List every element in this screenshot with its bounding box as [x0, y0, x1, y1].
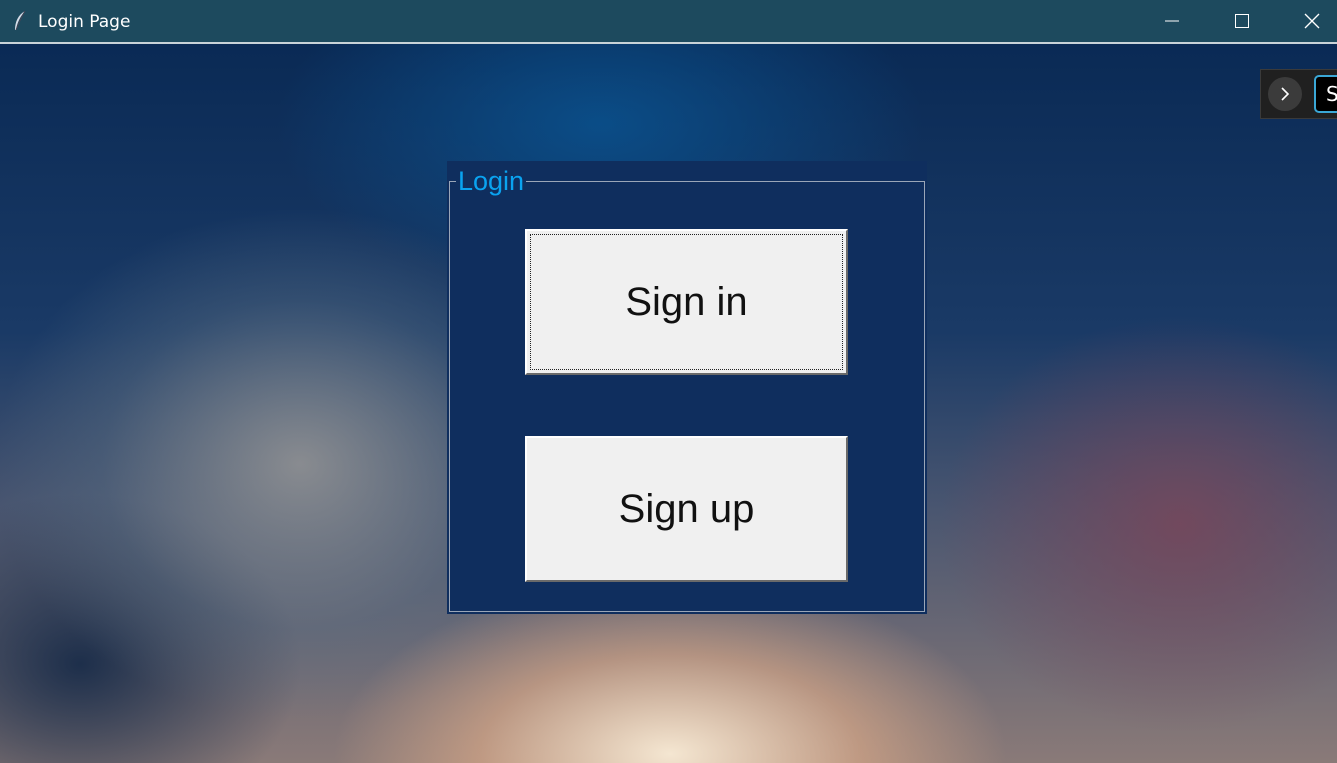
maximize-button[interactable]	[1207, 0, 1277, 42]
side-text-input[interactable]: S	[1314, 75, 1337, 113]
maximize-icon	[1235, 14, 1249, 28]
close-icon	[1304, 13, 1320, 29]
focus-indicator	[530, 234, 843, 370]
title-bar[interactable]: Login Page	[0, 0, 1337, 44]
expand-button[interactable]	[1268, 77, 1302, 111]
login-window: Login Page S Login	[0, 0, 1337, 763]
chevron-right-icon	[1281, 87, 1290, 101]
minimize-icon	[1165, 20, 1179, 22]
minimize-button[interactable]	[1137, 0, 1207, 42]
side-panel: S	[1260, 69, 1337, 119]
login-frame-label: Login	[456, 164, 527, 198]
sign-up-label: Sign up	[618, 486, 755, 531]
feather-icon	[15, 10, 26, 31]
login-frame: Login Sign in Sign up	[447, 161, 927, 614]
sign-in-button[interactable]: Sign in	[525, 229, 848, 375]
close-button[interactable]	[1277, 0, 1337, 42]
window-title: Login Page	[38, 12, 131, 32]
sign-up-button[interactable]: Sign up	[525, 436, 848, 582]
